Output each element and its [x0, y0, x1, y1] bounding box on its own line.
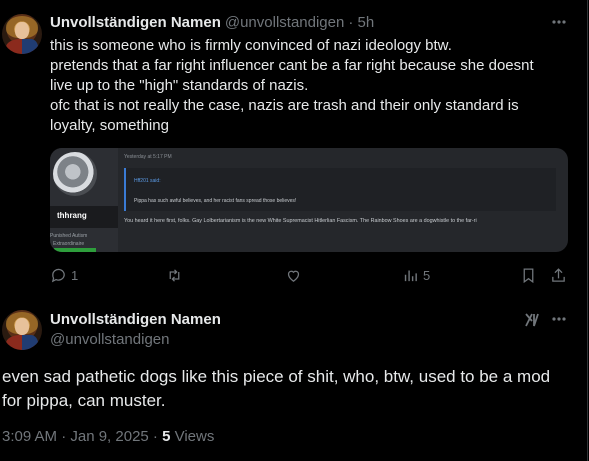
more-icon[interactable] [551, 311, 567, 332]
column-border [587, 0, 588, 461]
reply-count: 1 [71, 267, 79, 283]
author-handle[interactable]: @unvollstandigen [225, 14, 344, 31]
views-count: 5 [423, 267, 431, 283]
quote-text: Pippa has such awful believes, and her r… [134, 198, 297, 204]
user-title-line: Extraordinaire [53, 241, 85, 247]
main-text: even sad pathetic dogs like this piece o… [2, 365, 550, 413]
forum-status-bar [54, 248, 96, 252]
bookmark-button[interactable] [520, 266, 537, 284]
author-handle[interactable]: @unvollstandigen [50, 331, 169, 348]
text-line: for pippa, can muster. [2, 391, 166, 410]
views-icon [404, 270, 417, 281]
text-line: pretends that a far right influencer can… [50, 57, 534, 74]
like-button[interactable] [285, 266, 306, 284]
author-name[interactable]: Unvollständigen Namen [50, 311, 221, 328]
reply-text: this is someone who is firmly convinced … [50, 36, 534, 136]
embedded-image[interactable]: thhrang Punished Autism Extraordinaire Y… [50, 148, 568, 252]
reply-header: Unvollständigen Namen @unvollstandigen ·… [50, 14, 374, 31]
avatar[interactable] [2, 310, 42, 350]
post-time[interactable]: · 5h [348, 14, 374, 31]
text-line: this is someone who is firmly convinced … [50, 37, 452, 54]
text-line: ofc that is not really the case, nazis a… [50, 97, 519, 114]
user-title-line: Punished Autism [50, 233, 88, 239]
views-button[interactable]: 5 [402, 266, 430, 284]
like-icon [287, 270, 300, 282]
share-icon [552, 267, 565, 282]
views-label: Views [170, 428, 215, 445]
forum-post-body: You heard it here first, folks. Gay Lolb… [124, 218, 477, 224]
more-icon[interactable] [551, 14, 567, 35]
quote-author: Hff201 said: [134, 178, 161, 184]
post-timestamp[interactable]: 3:09 AM · Jan 9, 2025 · [2, 428, 162, 445]
post-meta: 3:09 AM · Jan 9, 2025 · 5 Views [2, 428, 214, 445]
text-line: loyalty, something [50, 117, 169, 134]
avatar[interactable] [2, 14, 42, 54]
forum-username: thhrang [57, 211, 87, 220]
author-name[interactable]: Unvollständigen Namen [50, 14, 221, 31]
text-line: even sad pathetic dogs like this piece o… [2, 367, 551, 386]
forum-username-box: thhrang [50, 206, 118, 228]
text-line: live up to the "high" standards of nazis… [50, 77, 309, 94]
reply-icon [51, 268, 65, 282]
forum-timestamp: Yesterday at 5:17 PM [124, 154, 172, 160]
bookmark-icon [523, 267, 534, 283]
reply-button[interactable]: 1 [50, 266, 78, 284]
retweet-icon [169, 268, 180, 282]
grok-icon[interactable] [523, 311, 541, 334]
forum-avatar [53, 152, 97, 196]
forum-user-panel: thhrang Punished Autism Extraordinaire [50, 148, 118, 252]
forum-quote: Hff201 said: Pippa has such awful believ… [124, 168, 556, 211]
share-button[interactable] [550, 266, 567, 284]
retweet-button[interactable] [166, 266, 187, 284]
forum-user-title: Punished Autism Extraordinaire [50, 232, 87, 248]
